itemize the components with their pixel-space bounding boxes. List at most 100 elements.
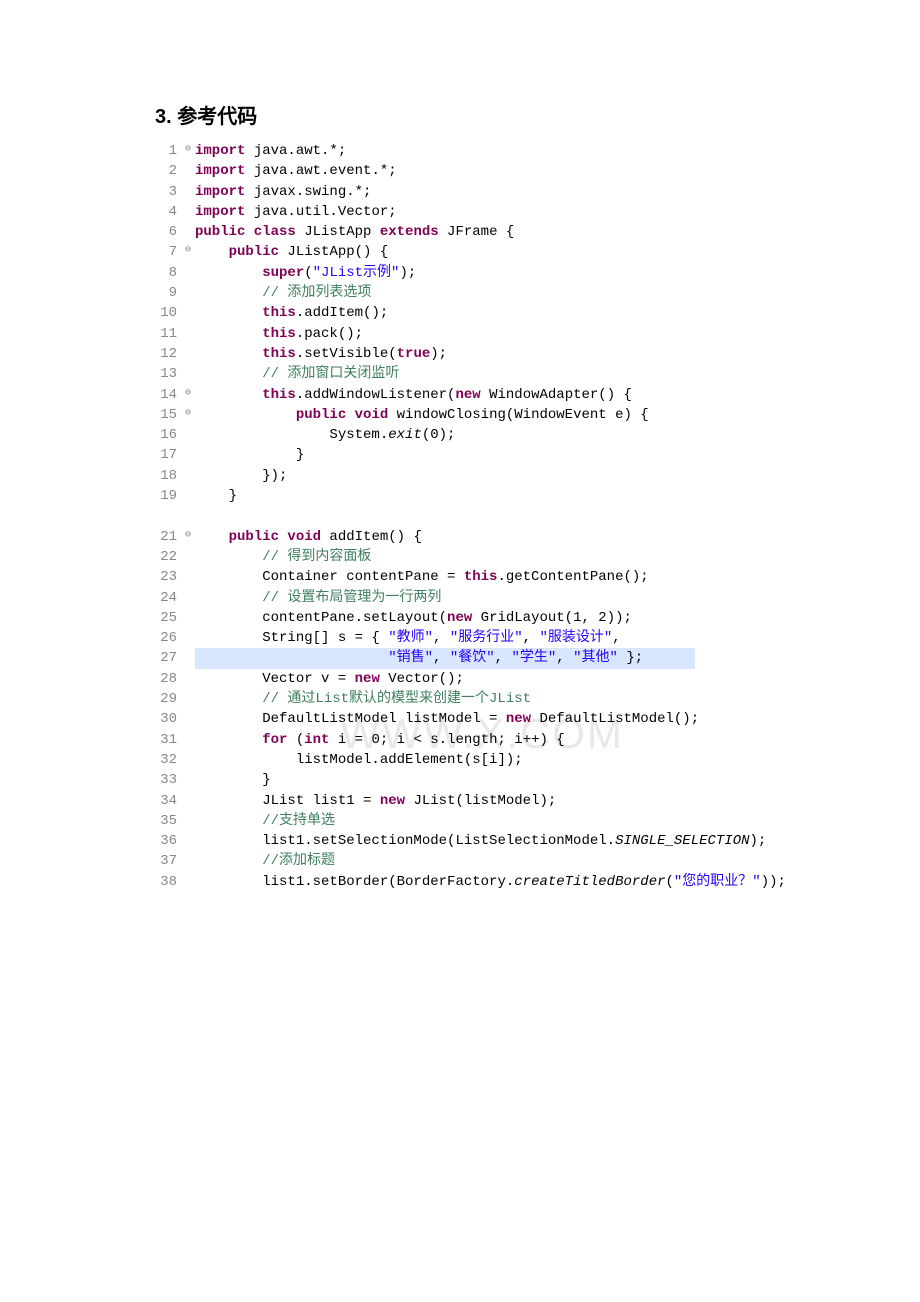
fold-indicator [181,831,195,851]
fold-indicator [181,506,195,526]
code-source: this.pack(); [195,324,786,344]
code-source: public JListApp() { [195,242,786,262]
line-number: 30 [155,709,181,729]
line-number: 1 [155,141,181,161]
fold-indicator [181,811,195,831]
fold-indicator [181,872,195,892]
line-number: 7 [155,242,181,262]
line-number: 13 [155,364,181,384]
line-number: 19 [155,486,181,506]
fold-indicator [181,608,195,628]
code-line: 26 String[] s = { "教师", "服务行业", "服装设计", [155,628,786,648]
section-heading: 3. 参考代码 [155,100,820,129]
fold-indicator [181,222,195,242]
line-number: 33 [155,770,181,790]
code-line: 22 // 得到内容面板 [155,547,786,567]
fold-indicator: ⊖ [181,141,195,161]
code-source: import java.awt.event.*; [195,161,786,181]
code-source: this.addWindowListener(new WindowAdapter… [195,385,786,405]
line-number: 8 [155,263,181,283]
code-line: 31 for (int i = 0; i < s.length; i++) { [155,730,786,750]
code-source: // 添加列表选项 [195,283,786,303]
code-source: Container contentPane = this.getContentP… [195,567,786,587]
fold-indicator [181,567,195,587]
code-source: System.exit(0); [195,425,786,445]
line-number: 28 [155,669,181,689]
line-number: 10 [155,303,181,323]
fold-indicator: ⊖ [181,242,195,262]
fold-indicator [181,851,195,871]
line-number: 18 [155,466,181,486]
fold-indicator [181,750,195,770]
code-line: 38 list1.setBorder(BorderFactory.createT… [155,872,786,892]
code-source: import javax.swing.*; [195,182,786,202]
code-line: 18 }); [155,466,786,486]
line-number: 2 [155,161,181,181]
line-number: 21 [155,527,181,547]
line-number: 35 [155,811,181,831]
code-line: 11 this.pack(); [155,324,786,344]
code-line: 25 contentPane.setLayout(new GridLayout(… [155,608,786,628]
line-number: 37 [155,851,181,871]
code-line: 6public class JListApp extends JFrame { [155,222,786,242]
code-line: 9 // 添加列表选项 [155,283,786,303]
code-block: 1⊖import java.awt.*;2import java.awt.eve… [155,141,786,892]
line-number: 4 [155,202,181,222]
code-line: 32 listModel.addElement(s[i]); [155,750,786,770]
line-number: 27 [155,648,181,668]
code-line: 16 System.exit(0); [155,425,786,445]
fold-indicator [181,425,195,445]
fold-indicator [181,709,195,729]
fold-indicator [181,202,195,222]
code-source: // 设置布局管理为一行两列 [195,588,786,608]
code-line: 21⊖ public void addItem() { [155,527,786,547]
line-number: 38 [155,872,181,892]
fold-indicator [181,689,195,709]
code-line: 15⊖ public void windowClosing(WindowEven… [155,405,786,425]
fold-indicator [181,486,195,506]
line-number [155,506,181,526]
line-number: 15 [155,405,181,425]
code-line: 1⊖import java.awt.*; [155,141,786,161]
line-number: 23 [155,567,181,587]
fold-indicator [181,669,195,689]
line-number: 12 [155,344,181,364]
code-source: super("JList示例"); [195,263,786,283]
code-source: String[] s = { "教师", "服务行业", "服装设计", [195,628,786,648]
code-source: import java.util.Vector; [195,202,786,222]
code-line: 10 this.addItem(); [155,303,786,323]
code-line: 37 //添加标题 [155,851,786,871]
code-source: // 添加窗口关闭监听 [195,364,786,384]
code-source: //添加标题 [195,851,786,871]
line-number: 6 [155,222,181,242]
code-line: 34 JList list1 = new JList(listModel); [155,791,786,811]
fold-indicator [181,730,195,750]
code-source: list1.setSelectionMode(ListSelectionMode… [195,831,786,851]
fold-indicator [181,161,195,181]
fold-indicator [181,791,195,811]
code-line: 12 this.setVisible(true); [155,344,786,364]
fold-indicator: ⊖ [181,385,195,405]
line-number: 32 [155,750,181,770]
code-source: JList list1 = new JList(listModel); [195,791,786,811]
line-number: 36 [155,831,181,851]
fold-indicator [181,445,195,465]
line-number: 14 [155,385,181,405]
code-line: 8 super("JList示例"); [155,263,786,283]
code-line: 3import javax.swing.*; [155,182,786,202]
code-source: } [195,445,786,465]
code-line: 27 "销售", "餐饮", "学生", "其他" }; [155,648,786,668]
fold-indicator [181,364,195,384]
line-number: 25 [155,608,181,628]
code-source: this.addItem(); [195,303,786,323]
code-line: 19 } [155,486,786,506]
code-source: // 通过List默认的模型来创建一个JList [195,689,786,709]
code-source: this.setVisible(true); [195,344,786,364]
line-number: 11 [155,324,181,344]
code-source: }); [195,466,786,486]
line-number: 26 [155,628,181,648]
line-number: 24 [155,588,181,608]
fold-indicator [181,303,195,323]
code-line: 36 list1.setSelectionMode(ListSelectionM… [155,831,786,851]
code-source: import java.awt.*; [195,141,786,161]
